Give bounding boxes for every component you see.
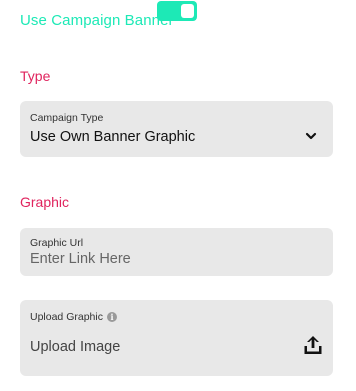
upload-graphic-field[interactable]: Upload Graphic i Upload Image — [20, 300, 333, 376]
campaign-banner-toggle-row: Use Campaign Banner — [20, 9, 174, 31]
campaign-type-select[interactable]: Campaign Type Use Own Banner Graphic — [20, 101, 333, 157]
toggle-label: Use Campaign Banner — [20, 11, 174, 29]
graphic-url-label: Graphic Url — [30, 237, 84, 249]
type-section-heading: Type — [20, 68, 51, 84]
toggle-knob — [181, 4, 194, 18]
upload-graphic-label: Upload Graphic — [30, 311, 103, 323]
upload-icon[interactable] — [303, 334, 323, 356]
graphic-url-input[interactable]: Enter Link Here — [30, 251, 131, 267]
upload-image-text: Upload Image — [30, 339, 121, 355]
campaign-type-value: Use Own Banner Graphic — [30, 129, 196, 145]
campaign-type-label: Campaign Type — [30, 112, 104, 124]
chevron-down-icon — [305, 132, 317, 140]
graphic-url-field[interactable]: Graphic Url Enter Link Here — [20, 228, 333, 276]
upload-graphic-label-row: Upload Graphic i — [30, 311, 117, 323]
campaign-banner-toggle[interactable] — [157, 1, 197, 21]
graphic-section-heading: Graphic — [20, 194, 70, 210]
info-icon[interactable]: i — [106, 312, 117, 322]
